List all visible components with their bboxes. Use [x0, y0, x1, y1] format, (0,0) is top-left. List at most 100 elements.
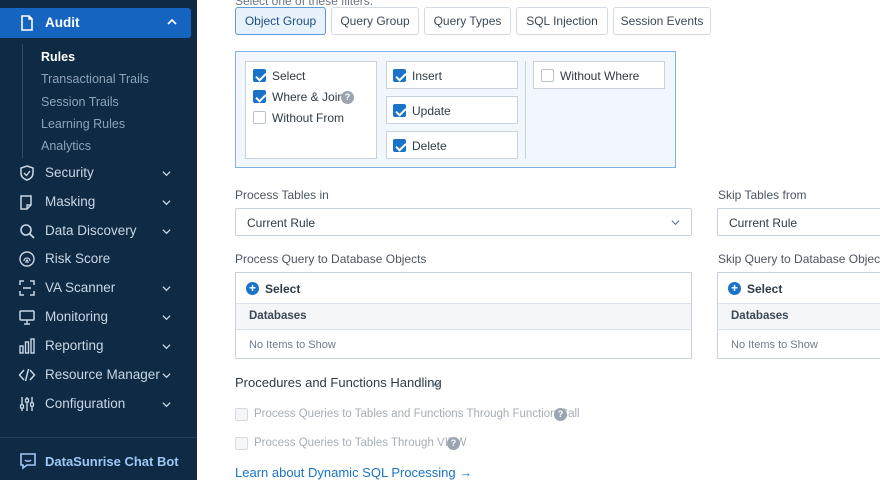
table-header: Databases — [718, 304, 880, 330]
sidebar-item-audit[interactable]: Audit — [0, 8, 191, 38]
sidebar-subitem-transactional-trails[interactable]: Transactional Trails — [41, 72, 149, 86]
checkbox-function-call[interactable] — [235, 408, 248, 421]
option-label: Update — [412, 104, 451, 118]
help-icon[interactable]: ? — [341, 91, 354, 104]
sidebar-item-risk-score[interactable]: Risk Score — [0, 246, 191, 272]
sidebar-item-label: Monitoring — [45, 309, 109, 324]
select-row[interactable]: + Select — [236, 273, 691, 304]
skip-tables-select[interactable]: Current Rule — [717, 208, 880, 236]
option-label: Insert — [412, 69, 443, 83]
sidebar-item-resource-manager[interactable]: Resource Manager — [0, 362, 191, 388]
sidebar-subitem-learning-rules[interactable]: Learning Rules — [41, 117, 125, 131]
tab-object-group[interactable]: Object Group — [235, 7, 326, 35]
help-icon[interactable]: ? — [447, 437, 460, 450]
sidebar-subitem-session-trails[interactable]: Session Trails — [41, 95, 119, 109]
sidebar-item-data-discovery[interactable]: Data Discovery — [0, 218, 191, 244]
procedures-section-title[interactable]: Procedures and Functions Handling — [235, 375, 442, 390]
chevron-down-icon — [162, 344, 171, 350]
chevron-down-icon — [671, 220, 680, 226]
checkbox-insert[interactable] — [393, 69, 406, 82]
option-label: Process Queries to Tables and Functions … — [254, 408, 580, 420]
sidebar-item-label: Resource Manager — [45, 367, 160, 382]
empty-state: No Items to Show — [731, 339, 818, 351]
sidebar-subitem-rules[interactable]: Rules — [41, 50, 75, 64]
mask-icon — [20, 195, 32, 210]
column-header: Databases — [731, 310, 789, 322]
option-label: Without From — [272, 111, 345, 125]
help-icon[interactable]: ? — [554, 408, 567, 421]
chevron-down-icon — [162, 373, 171, 379]
empty-state: No Items to Show — [249, 339, 336, 351]
scanner-icon — [19, 280, 35, 296]
chevron-up-icon[interactable] — [167, 17, 177, 27]
sidebar-item-label: Configuration — [45, 396, 126, 411]
sliders-icon — [19, 397, 35, 411]
tab-session-events[interactable]: Session Events — [613, 7, 711, 35]
chevron-down-icon — [162, 229, 171, 235]
monitor-icon — [19, 310, 35, 325]
skip-query-label: Skip Query to Database Objects — [718, 252, 880, 266]
sidebar-item-configuration[interactable]: Configuration — [0, 391, 191, 417]
checkbox-where-join[interactable] — [253, 90, 266, 103]
filter-option-update[interactable]: Update — [386, 96, 518, 124]
sidebar-item-label: Risk Score — [45, 251, 111, 266]
shield-icon — [20, 165, 34, 181]
sidebar-item-va-scanner[interactable]: VA Scanner — [0, 275, 191, 301]
tab-query-types[interactable]: Query Types — [424, 7, 511, 35]
checkbox-select[interactable] — [253, 69, 266, 82]
sidebar-item-masking[interactable]: Masking — [0, 189, 191, 215]
sidebar-item-label: Reporting — [45, 338, 104, 353]
table-header: Databases — [236, 304, 691, 330]
sidebar-item-label: VA Scanner — [45, 280, 116, 295]
process-query-panel: + Select Databases No Items to Show — [235, 272, 692, 359]
chevron-down-icon — [162, 286, 171, 292]
skip-tables-label: Skip Tables from — [718, 188, 807, 202]
checkbox-without-from[interactable] — [253, 111, 266, 124]
sidebar-item-security[interactable]: Security — [0, 160, 191, 186]
filter-column-select: Select Where & Join ? Without From — [245, 61, 377, 159]
filter-option-insert[interactable]: Insert — [386, 61, 518, 89]
select-value: Current Rule — [247, 216, 316, 230]
chevron-down-icon[interactable] — [431, 379, 441, 389]
option-label: Process Queries to Tables Through VIEW — [254, 437, 467, 449]
bar-chart-icon — [19, 338, 35, 354]
chevron-down-icon — [162, 402, 171, 408]
column-header: Databases — [249, 310, 307, 322]
sidebar-item-reporting[interactable]: Reporting — [0, 333, 191, 359]
process-tables-select[interactable]: Current Rule — [235, 208, 692, 236]
checkbox-delete[interactable] — [393, 139, 406, 152]
sidebar-item-cut-bottom[interactable] — [0, 424, 191, 438]
tab-sql-injection[interactable]: SQL Injection — [516, 7, 608, 35]
checkbox-without-where[interactable] — [541, 69, 554, 82]
dynamic-sql-link[interactable]: Learn about Dynamic SQL Processing → — [235, 465, 472, 480]
option-label: Delete — [412, 139, 447, 153]
chevron-down-icon — [162, 171, 171, 177]
sidebar-item-label: Masking — [45, 194, 96, 209]
chevron-down-icon — [162, 315, 171, 321]
audit-submenu: Rules Transactional Trails Session Trail… — [22, 44, 192, 158]
filter-option-without-where[interactable]: Without Where — [533, 61, 665, 89]
chatbot-button[interactable]: DataSunrise Chat Bot — [0, 446, 197, 476]
chevron-down-icon — [162, 200, 171, 206]
divider — [525, 61, 526, 159]
sidebar-item-label: Data Discovery — [45, 223, 137, 238]
select-row[interactable]: + Select — [718, 273, 880, 304]
process-tables-label: Process Tables in — [235, 188, 329, 202]
select-button-label: Select — [747, 282, 783, 296]
sidebar-item-cut-top[interactable] — [0, 0, 197, 6]
tab-query-group[interactable]: Query Group — [331, 7, 419, 35]
process-query-label: Process Query to Database Objects — [235, 252, 427, 266]
filter-option-delete[interactable]: Delete — [386, 131, 518, 159]
object-group-filters: Select Where & Join ? Without From Inser… — [235, 51, 676, 168]
sidebar: Audit Rules Transactional Trails Session… — [0, 0, 197, 480]
chatbot-label: DataSunrise Chat Bot — [45, 454, 179, 469]
checkbox-update[interactable] — [393, 104, 406, 117]
chat-icon — [20, 453, 36, 470]
sidebar-item-monitoring[interactable]: Monitoring — [0, 304, 191, 330]
sidebar-item-label: Audit — [45, 15, 80, 30]
checkbox-through-view[interactable] — [235, 437, 248, 450]
plus-icon: + — [246, 282, 259, 295]
fingerprint-icon — [19, 251, 35, 267]
skip-query-panel: + Select Databases No Items to Show — [717, 272, 880, 359]
sidebar-subitem-analytics[interactable]: Analytics — [41, 139, 91, 153]
